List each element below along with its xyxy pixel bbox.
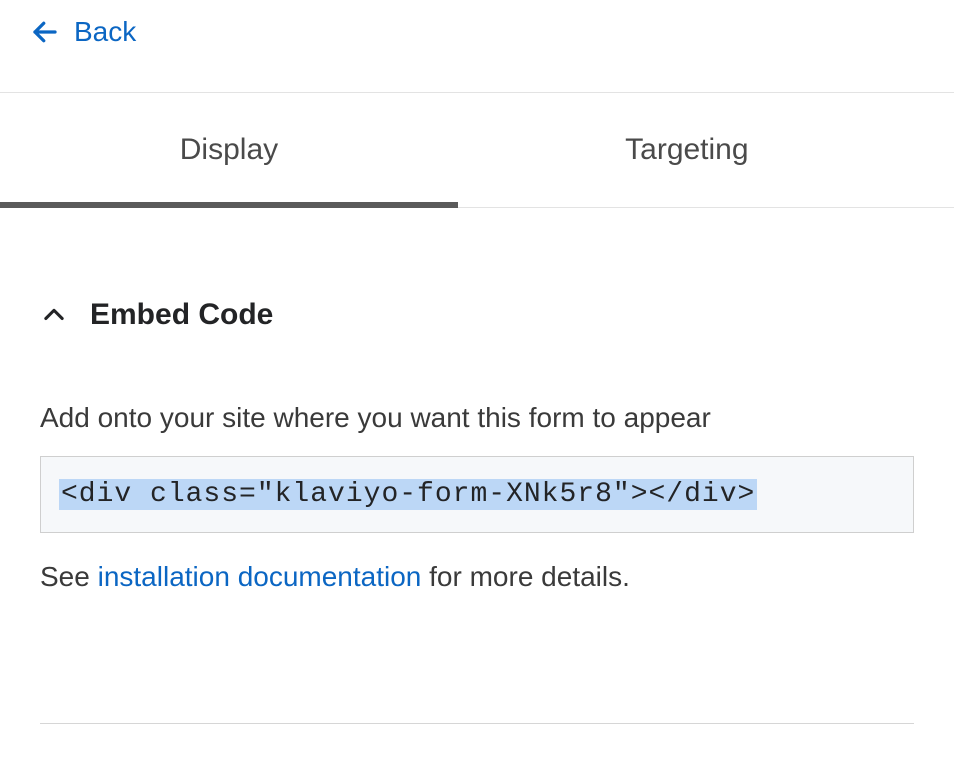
tab-display[interactable]: Display	[0, 93, 458, 207]
section-header-embed-code[interactable]: Embed Code	[40, 298, 914, 332]
helper-text: See installation documentation for more …	[40, 561, 914, 593]
divider	[40, 723, 914, 724]
embed-code-text: <div class="klaviyo-form-XNk5r8"></div>	[59, 479, 757, 510]
tab-targeting[interactable]: Targeting	[458, 93, 916, 207]
section-title: Embed Code	[90, 298, 273, 332]
tab-targeting-label: Targeting	[625, 133, 748, 166]
installation-docs-link[interactable]: installation documentation	[98, 561, 422, 592]
arrow-left-icon	[30, 17, 60, 47]
embed-code-box[interactable]: <div class="klaviyo-form-XNk5r8"></div>	[40, 456, 914, 533]
tab-display-label: Display	[180, 133, 278, 166]
back-button[interactable]: Back	[30, 16, 136, 48]
header: Back	[0, 0, 954, 92]
content: Embed Code Add onto your site where you …	[0, 208, 954, 724]
tabs: Display Targeting	[0, 92, 954, 208]
embed-subtitle: Add onto your site where you want this f…	[40, 402, 914, 434]
chevron-up-icon	[40, 301, 68, 329]
back-label: Back	[74, 16, 136, 48]
helper-suffix: for more details.	[421, 561, 630, 592]
helper-prefix: See	[40, 561, 98, 592]
